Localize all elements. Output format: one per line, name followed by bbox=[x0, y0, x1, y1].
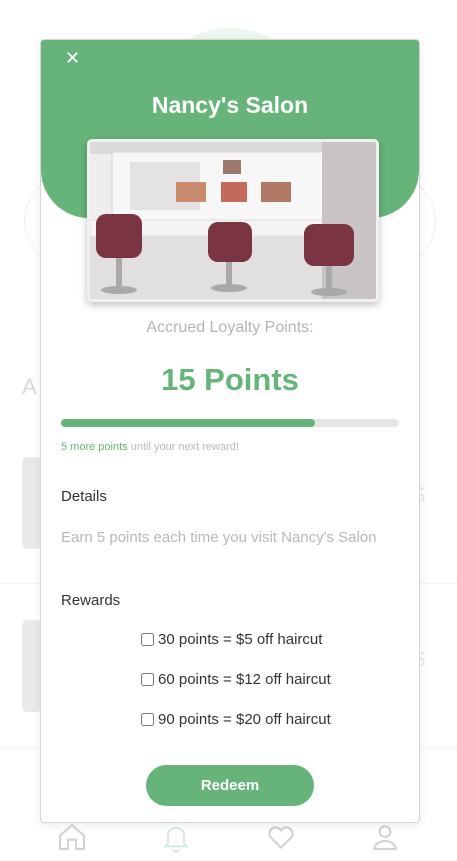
reward-label: 90 points = $20 off haircut bbox=[158, 711, 331, 728]
background-section-heading: A bbox=[22, 374, 37, 399]
reward-option[interactable]: 90 points = $20 off haircut bbox=[141, 711, 331, 728]
reward-label: 30 points = $5 off haircut bbox=[158, 631, 323, 648]
background-thumb bbox=[22, 620, 42, 712]
user-icon[interactable] bbox=[369, 821, 401, 853]
next-reward-text: 5 more points until your next reward! bbox=[61, 441, 239, 453]
loyalty-modal: ✕ Nancy's Salon Accrued Loyalty Points: … bbox=[40, 39, 420, 823]
home-icon[interactable] bbox=[56, 821, 88, 853]
points-value: 15 Points bbox=[161, 362, 299, 397]
points-remaining: 5 more points bbox=[61, 441, 128, 453]
bell-icon[interactable] bbox=[160, 821, 192, 853]
next-reward-suffix: until your next reward! bbox=[127, 441, 239, 453]
salon-interior-image bbox=[90, 142, 376, 299]
salon-title: Nancy's Salon bbox=[151, 92, 309, 118]
close-icon[interactable]: ✕ bbox=[65, 48, 85, 68]
points-progress-bar bbox=[61, 419, 399, 427]
reward-checkbox[interactable] bbox=[141, 633, 154, 646]
background-thumb bbox=[22, 457, 42, 549]
reward-option[interactable]: 30 points = $5 off haircut bbox=[141, 631, 322, 648]
reward-label: 60 points = $12 off haircut bbox=[158, 671, 331, 688]
reward-checkbox[interactable] bbox=[141, 673, 154, 686]
redeem-button[interactable]: Redeem bbox=[146, 765, 314, 806]
accrued-points-label: Accrued Loyalty Points: bbox=[146, 319, 314, 336]
rewards-heading: Rewards bbox=[61, 592, 121, 609]
reward-option[interactable]: 60 points = $12 off haircut bbox=[141, 671, 331, 688]
heart-icon[interactable] bbox=[265, 821, 297, 853]
salon-photo bbox=[87, 139, 379, 302]
details-text: Earn 5 points each time you visit Nancy'… bbox=[61, 529, 377, 546]
details-heading: Details bbox=[61, 488, 107, 505]
reward-checkbox[interactable] bbox=[141, 713, 154, 726]
points-progress-fill bbox=[61, 419, 315, 427]
